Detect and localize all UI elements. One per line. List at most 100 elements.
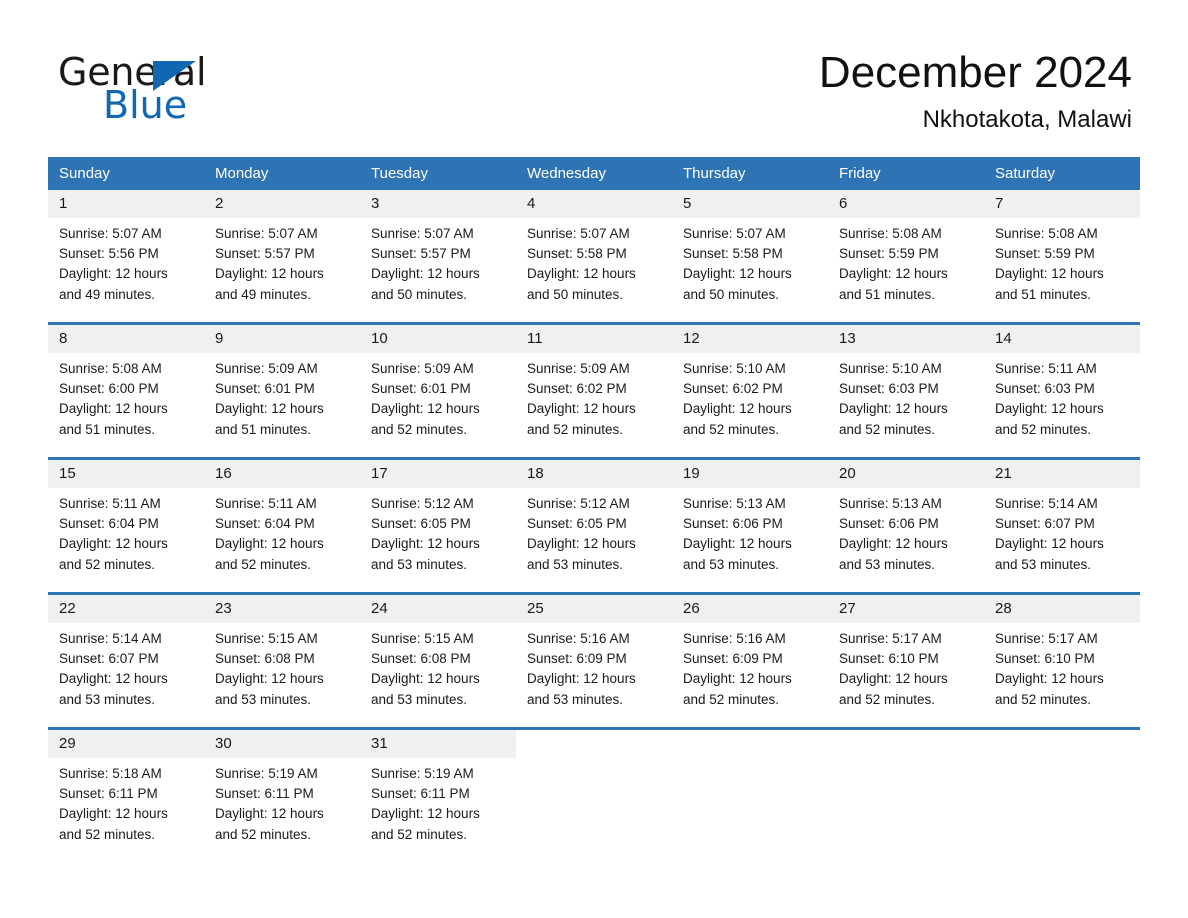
calendar-day-cell[interactable]: 21 Sunrise: 5:14 AM Sunset: 6:07 PM Dayligh… bbox=[984, 460, 1140, 592]
calendar-day-cell[interactable]: 9 Sunrise: 5:09 AM Sunset: 6:01 PM Daylight… bbox=[204, 325, 360, 457]
calendar-day-cell[interactable]: 1 Sunrise: 5:07 AM Sunset: 5:56 PM Daylight… bbox=[48, 190, 204, 322]
daylight-text-line2: and 53 minutes. bbox=[527, 691, 624, 707]
calendar-day-cell[interactable]: 28 Sunrise: 5:17 AM Sunset: 6:10 PM Dayligh… bbox=[984, 595, 1140, 727]
logo-text-blue: Blue bbox=[103, 83, 188, 127]
sunrise-text: Sunrise: 5:09 AM bbox=[371, 361, 474, 376]
daylight-text-line1: Daylight: 12 hours bbox=[683, 266, 792, 282]
calendar-day-cell[interactable]: 8 Sunrise: 5:08 AM Sunset: 6:00 PM Daylight… bbox=[48, 325, 204, 457]
sunrise-text: Sunrise: 5:08 AM bbox=[839, 226, 942, 241]
day-details: Sunrise: 5:16 AM Sunset: 6:09 PM Daylight:… bbox=[516, 623, 672, 710]
sunset-text: Sunset: 6:07 PM bbox=[59, 651, 159, 667]
sunset-text: Sunset: 6:09 PM bbox=[683, 651, 783, 667]
day-details: Sunrise: 5:15 AM Sunset: 6:08 PM Daylight:… bbox=[204, 623, 360, 710]
calendar-day-cell[interactable]: 11 Sunrise: 5:09 AM Sunset: 6:02 PM Dayligh… bbox=[516, 325, 672, 457]
daylight-text-line2: and 52 minutes. bbox=[839, 691, 936, 707]
day-number: 24 bbox=[360, 595, 516, 623]
daylight-text-line2: and 52 minutes. bbox=[59, 826, 156, 842]
sunset-text: Sunset: 6:07 PM bbox=[995, 516, 1095, 532]
calendar-week-row: 15 Sunrise: 5:11 AM Sunset: 6:04 PM Dayligh… bbox=[48, 457, 1140, 592]
generalblue-logo[interactable]: General Blue bbox=[58, 52, 378, 127]
sunset-text: Sunset: 6:06 PM bbox=[839, 516, 939, 532]
calendar-day-cell[interactable]: 25 Sunrise: 5:16 AM Sunset: 6:09 PM Dayligh… bbox=[516, 595, 672, 727]
day-details: Sunrise: 5:08 AM Sunset: 5:59 PM Daylight:… bbox=[828, 218, 984, 305]
calendar-day-cell[interactable]: 14 Sunrise: 5:11 AM Sunset: 6:03 PM Dayligh… bbox=[984, 325, 1140, 457]
calendar-day-cell[interactable]: 31 Sunrise: 5:19 AM Sunset: 6:11 PM Dayligh… bbox=[360, 730, 516, 862]
calendar-day-cell[interactable]: 6 Sunrise: 5:08 AM Sunset: 5:59 PM Daylight… bbox=[828, 190, 984, 322]
daylight-text-line1: Daylight: 12 hours bbox=[59, 536, 168, 552]
sunrise-text: Sunrise: 5:19 AM bbox=[215, 766, 318, 781]
day-number: 10 bbox=[360, 325, 516, 353]
calendar-day-cell[interactable]: 20 Sunrise: 5:13 AM Sunset: 6:06 PM Dayligh… bbox=[828, 460, 984, 592]
day-number: 14 bbox=[984, 325, 1140, 353]
weekday-header-tuesday: Tuesday bbox=[371, 165, 428, 182]
sunset-text: Sunset: 5:57 PM bbox=[371, 246, 471, 262]
daylight-text-line1: Daylight: 12 hours bbox=[839, 671, 948, 687]
day-details: Sunrise: 5:12 AM Sunset: 6:05 PM Daylight:… bbox=[516, 488, 672, 575]
sunset-text: Sunset: 5:58 PM bbox=[527, 246, 627, 262]
sunrise-text: Sunrise: 5:19 AM bbox=[371, 766, 474, 781]
day-details: Sunrise: 5:09 AM Sunset: 6:02 PM Daylight:… bbox=[516, 353, 672, 440]
sunset-text: Sunset: 6:01 PM bbox=[371, 381, 471, 397]
weekday-header-friday: Friday bbox=[839, 165, 881, 182]
weekday-header-thursday: Thursday bbox=[683, 165, 746, 182]
day-number bbox=[984, 730, 1140, 758]
calendar-day-cell[interactable]: 24 Sunrise: 5:15 AM Sunset: 6:08 PM Dayligh… bbox=[360, 595, 516, 727]
daylight-text-line2: and 53 minutes. bbox=[371, 556, 468, 572]
calendar-day-cell[interactable]: 19 Sunrise: 5:13 AM Sunset: 6:06 PM Dayligh… bbox=[672, 460, 828, 592]
sunset-text: Sunset: 6:06 PM bbox=[683, 516, 783, 532]
sunrise-text: Sunrise: 5:11 AM bbox=[59, 496, 161, 511]
daylight-text-line2: and 53 minutes. bbox=[683, 556, 780, 572]
calendar-day-cell[interactable]: 16 Sunrise: 5:11 AM Sunset: 6:04 PM Dayligh… bbox=[204, 460, 360, 592]
daylight-text-line2: and 52 minutes. bbox=[995, 691, 1092, 707]
calendar-day-cell[interactable]: 7 Sunrise: 5:08 AM Sunset: 5:59 PM Daylight… bbox=[984, 190, 1140, 322]
daylight-text-line1: Daylight: 12 hours bbox=[995, 671, 1104, 687]
calendar-day-cell[interactable]: 18 Sunrise: 5:12 AM Sunset: 6:05 PM Dayligh… bbox=[516, 460, 672, 592]
calendar-day-cell[interactable]: 4 Sunrise: 5:07 AM Sunset: 5:58 PM Daylight… bbox=[516, 190, 672, 322]
day-number: 4 bbox=[516, 190, 672, 218]
calendar-day-cell[interactable]: 13 Sunrise: 5:10 AM Sunset: 6:03 PM Dayligh… bbox=[828, 325, 984, 457]
sunrise-text: Sunrise: 5:14 AM bbox=[59, 631, 162, 646]
day-number: 12 bbox=[672, 325, 828, 353]
day-number: 7 bbox=[984, 190, 1140, 218]
daylight-text-line1: Daylight: 12 hours bbox=[371, 536, 480, 552]
calendar-day-cell[interactable]: 12 Sunrise: 5:10 AM Sunset: 6:02 PM Dayligh… bbox=[672, 325, 828, 457]
sunset-text: Sunset: 5:57 PM bbox=[215, 246, 315, 262]
day-details: Sunrise: 5:19 AM Sunset: 6:11 PM Daylight:… bbox=[204, 758, 360, 845]
calendar-day-cell[interactable]: 30 Sunrise: 5:19 AM Sunset: 6:11 PM Dayligh… bbox=[204, 730, 360, 862]
daylight-text-line1: Daylight: 12 hours bbox=[527, 266, 636, 282]
calendar-day-cell[interactable]: 17 Sunrise: 5:12 AM Sunset: 6:05 PM Dayligh… bbox=[360, 460, 516, 592]
sunset-text: Sunset: 6:11 PM bbox=[59, 786, 158, 802]
calendar-day-cell[interactable]: 3 Sunrise: 5:07 AM Sunset: 5:57 PM Daylight… bbox=[360, 190, 516, 322]
location-subtitle: Nkhotakota, Malawi bbox=[922, 106, 1132, 133]
calendar-day-cell[interactable]: 27 Sunrise: 5:17 AM Sunset: 6:10 PM Dayligh… bbox=[828, 595, 984, 727]
sunset-text: Sunset: 6:00 PM bbox=[59, 381, 159, 397]
daylight-text-line1: Daylight: 12 hours bbox=[371, 671, 480, 687]
day-number: 22 bbox=[48, 595, 204, 623]
daylight-text-line2: and 53 minutes. bbox=[995, 556, 1092, 572]
calendar-day-cell[interactable]: 2 Sunrise: 5:07 AM Sunset: 5:57 PM Daylight… bbox=[204, 190, 360, 322]
sunset-text: Sunset: 6:03 PM bbox=[839, 381, 939, 397]
daylight-text-line2: and 52 minutes. bbox=[995, 421, 1092, 437]
calendar-day-cell[interactable]: 15 Sunrise: 5:11 AM Sunset: 6:04 PM Dayligh… bbox=[48, 460, 204, 592]
sunrise-text: Sunrise: 5:15 AM bbox=[215, 631, 318, 646]
daylight-text-line2: and 51 minutes. bbox=[839, 286, 936, 302]
day-number: 18 bbox=[516, 460, 672, 488]
day-number: 15 bbox=[48, 460, 204, 488]
daylight-text-line2: and 49 minutes. bbox=[59, 286, 156, 302]
day-details: Sunrise: 5:07 AM Sunset: 5:58 PM Daylight:… bbox=[672, 218, 828, 305]
sunrise-text: Sunrise: 5:14 AM bbox=[995, 496, 1098, 511]
calendar-day-cell[interactable]: 22 Sunrise: 5:14 AM Sunset: 6:07 PM Dayligh… bbox=[48, 595, 204, 727]
calendar-day-cell[interactable]: 29 Sunrise: 5:18 AM Sunset: 6:11 PM Dayligh… bbox=[48, 730, 204, 862]
day-details: Sunrise: 5:15 AM Sunset: 6:08 PM Daylight:… bbox=[360, 623, 516, 710]
daylight-text-line1: Daylight: 12 hours bbox=[215, 266, 324, 282]
calendar-day-cell[interactable]: 5 Sunrise: 5:07 AM Sunset: 5:58 PM Daylight… bbox=[672, 190, 828, 322]
daylight-text-line2: and 53 minutes. bbox=[59, 691, 156, 707]
calendar-page: General Blue December 2024 Nkhotakota, M… bbox=[0, 0, 1188, 918]
calendar-day-cell[interactable]: 10 Sunrise: 5:09 AM Sunset: 6:01 PM Dayligh… bbox=[360, 325, 516, 457]
sunset-text: Sunset: 5:58 PM bbox=[683, 246, 783, 262]
calendar-day-cell[interactable]: 23 Sunrise: 5:15 AM Sunset: 6:08 PM Dayligh… bbox=[204, 595, 360, 727]
sunrise-text: Sunrise: 5:08 AM bbox=[995, 226, 1098, 241]
sunrise-text: Sunrise: 5:12 AM bbox=[371, 496, 474, 511]
daylight-text-line2: and 53 minutes. bbox=[371, 691, 468, 707]
calendar-day-cell[interactable]: 26 Sunrise: 5:16 AM Sunset: 6:09 PM Dayligh… bbox=[672, 595, 828, 727]
